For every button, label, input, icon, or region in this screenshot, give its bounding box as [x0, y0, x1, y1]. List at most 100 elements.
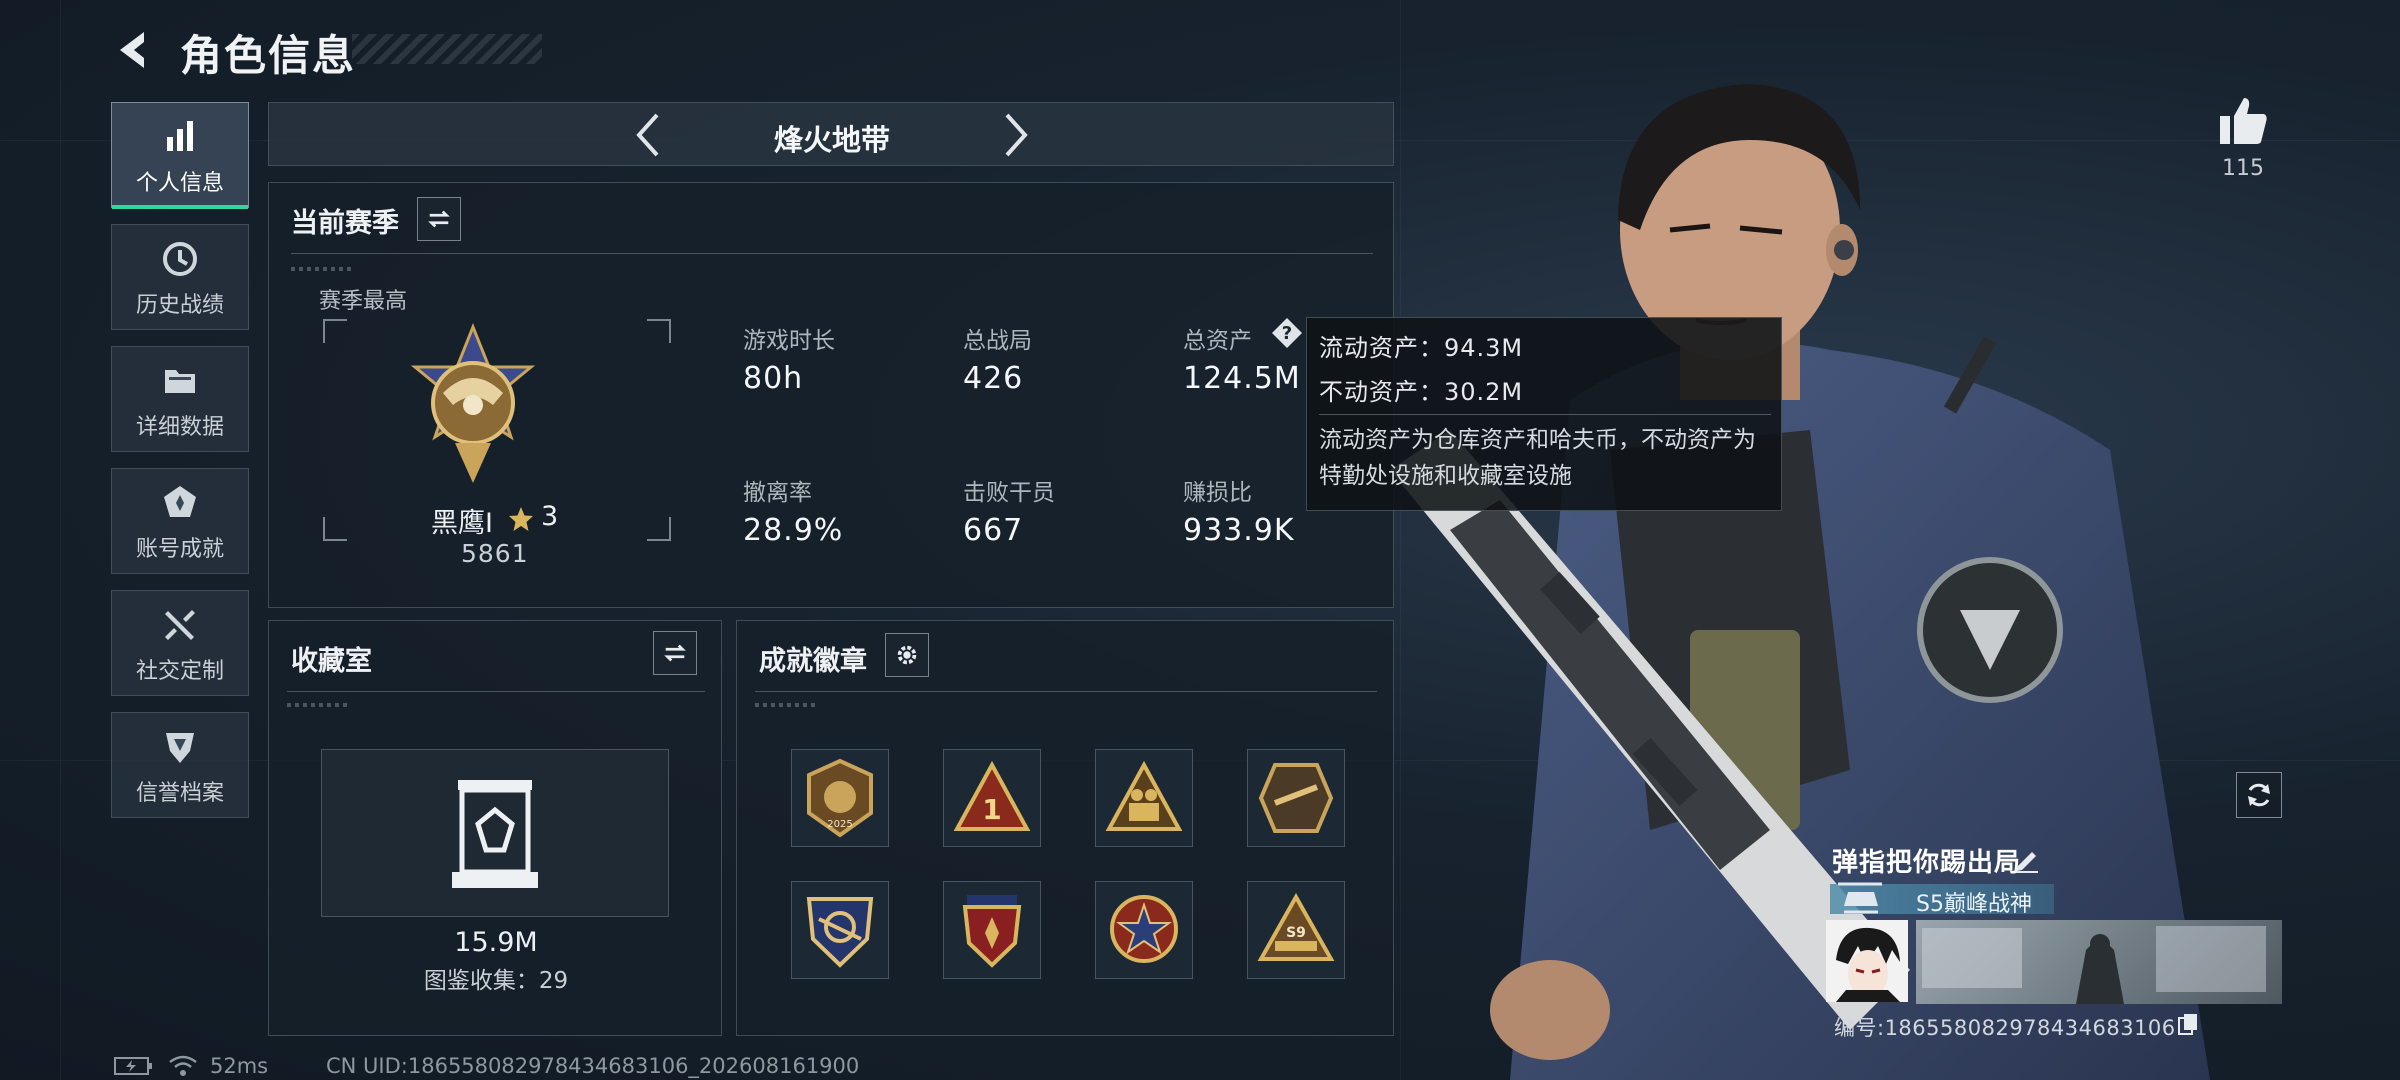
stat-label-play-time: 游戏时长 — [743, 328, 835, 354]
gear-icon — [897, 645, 917, 665]
nav-item-personal-info[interactable]: 个人信息 — [111, 102, 249, 209]
player-name: 弹指把你踢出局 — [1832, 848, 2022, 878]
battery-charging-icon — [114, 1057, 152, 1075]
badge-shield-icon[interactable] — [791, 881, 889, 979]
uid-text: CN UID:186558082978434683106_20260816190… — [326, 1054, 860, 1078]
avatar-portrait-icon — [1826, 920, 1908, 1002]
assets-help-button[interactable]: ? — [1271, 317, 1303, 349]
stat-label-total-assets: 总资产 — [1183, 328, 1252, 354]
season-title: 当前赛季 — [291, 208, 399, 239]
nav-item-achievements[interactable]: 账号成就 — [111, 468, 249, 574]
ping-value: 52ms — [210, 1054, 269, 1078]
swap-icon — [428, 210, 450, 228]
achievement-icon — [164, 486, 196, 517]
tooltip-description: 流动资产为仓库资产和哈夫币，不动资产为特勤处设施和收藏室设施 — [1319, 427, 1756, 489]
name-card-image — [1922, 926, 2266, 1004]
collection-count: 图鉴收集：29 — [423, 968, 569, 994]
badge-crest-icon[interactable] — [943, 881, 1041, 979]
collection-title: 收藏室 — [291, 646, 372, 677]
nav-label: 信誉档案 — [135, 781, 224, 806]
stat-value-play-time: 80h — [743, 361, 804, 396]
badges-panel: 成就徽章 2025 1 S9 — [736, 620, 1394, 1036]
svg-text:2025: 2025 — [827, 819, 852, 830]
season-switch-button[interactable] — [417, 197, 461, 241]
copy-id-button[interactable] — [2176, 1012, 2200, 1036]
nav-label: 账号成就 — [135, 537, 224, 562]
stat-value-profit-loss: 933.9K — [1183, 513, 1295, 548]
wifi-icon — [169, 1055, 197, 1076]
bar-chart-icon — [167, 121, 193, 151]
rank-name: 黑鹰I — [431, 508, 493, 539]
season-panel: 当前赛季 赛季最高 黑鹰I 3 5861 游戏时长 80h 总战局 426 总资… — [268, 182, 1394, 608]
nav-item-credit-record[interactable]: 信誉档案 — [111, 712, 249, 818]
like-count: 115 — [2222, 156, 2264, 181]
assets-tooltip: 流动资产：94.3M 不动资产：30.2M 流动资产为仓库资产和哈夫币，不动资产… — [1306, 317, 1782, 511]
badge-soldiers-icon[interactable] — [1095, 749, 1193, 847]
back-arrow-icon — [120, 32, 144, 68]
nav-item-social-custom[interactable]: 社交定制 — [111, 590, 249, 696]
divider — [287, 691, 705, 692]
refresh-icon — [2248, 783, 2270, 807]
name-card-banner[interactable] — [1916, 920, 2282, 1004]
star-icon — [509, 507, 533, 531]
nav-label: 社交定制 — [135, 659, 224, 684]
thumbs-up-icon — [2220, 98, 2267, 144]
mode-selector: 烽火地带 — [268, 102, 1394, 166]
pencil-icon — [2016, 852, 2038, 873]
nav-item-detailed-data[interactable]: 详细数据 — [111, 346, 249, 452]
back-button[interactable] — [110, 26, 158, 74]
refresh-button[interactable] — [2236, 772, 2282, 818]
rank-title: S5巅峰战神 — [1916, 892, 2032, 917]
decoration-dashes — [755, 703, 815, 707]
collection-panel: 收藏室 15.9M 图鉴收集：29 — [268, 620, 722, 1036]
collection-value: 15.9M — [454, 927, 538, 958]
tooltip-fixed-assets: 不动资产：30.2M — [1319, 378, 1524, 406]
tools-icon — [165, 610, 195, 640]
page-title: 角色信息 — [180, 31, 357, 80]
collection-display[interactable] — [321, 749, 669, 917]
edit-name-button[interactable] — [2012, 844, 2042, 874]
divider — [291, 253, 1373, 254]
decoration-dashes — [287, 703, 347, 707]
mode-title: 烽火地带 — [773, 123, 890, 157]
collection-switch-button[interactable] — [653, 631, 697, 675]
tooltip-divider — [1319, 414, 1771, 415]
stat-label-total-matches: 总战局 — [963, 328, 1032, 354]
badge-star-icon[interactable] — [1095, 881, 1193, 979]
title-decoration — [352, 34, 542, 64]
badges-title: 成就徽章 — [759, 646, 867, 677]
display-case-icon — [452, 780, 538, 888]
nav-label: 详细数据 — [135, 415, 224, 440]
stat-value-total-matches: 426 — [963, 361, 1024, 396]
svg-text:1: 1 — [982, 793, 1001, 826]
nav-label: 历史战绩 — [135, 293, 224, 318]
season-best-label: 赛季最高 — [319, 289, 408, 314]
stat-label-profit-loss: 赚损比 — [1183, 480, 1252, 506]
nav-item-history[interactable]: 历史战绩 — [111, 224, 249, 330]
stat-label-extract-rate: 撤离率 — [743, 480, 812, 506]
player-id: 编号:186558082978434683106 — [1834, 1016, 2176, 1040]
divider — [755, 691, 1377, 692]
stat-value-total-assets: 124.5M — [1183, 361, 1301, 396]
stat-value-kills: 667 — [963, 513, 1024, 548]
like-button[interactable] — [2216, 94, 2270, 148]
shield-badge-icon — [166, 733, 194, 763]
svg-text:S9: S9 — [1286, 925, 1306, 941]
rank-score: 5861 — [461, 539, 529, 568]
rank-emblem-icon — [410, 323, 536, 483]
chevron-right-icon — [1005, 113, 1028, 157]
swap-icon — [664, 644, 686, 662]
badge-settings-button[interactable] — [885, 633, 929, 677]
question-diamond-icon: ? — [1272, 318, 1302, 348]
badge-2025-icon[interactable]: 2025 — [791, 749, 889, 847]
decoration-dashes — [291, 267, 351, 271]
avatar[interactable] — [1826, 920, 1908, 1002]
badge-delta-icon[interactable] — [1247, 749, 1345, 847]
next-mode-button[interactable] — [995, 111, 1035, 159]
badge-s9-icon[interactable]: S9 — [1247, 881, 1345, 979]
stat-value-extract-rate: 28.9% — [743, 513, 844, 548]
copy-icon — [2178, 1014, 2197, 1035]
tooltip-liquid-assets: 流动资产：94.3M — [1319, 334, 1524, 362]
history-clock-icon — [163, 242, 197, 276]
badge-rank-1-icon[interactable]: 1 — [943, 749, 1041, 847]
